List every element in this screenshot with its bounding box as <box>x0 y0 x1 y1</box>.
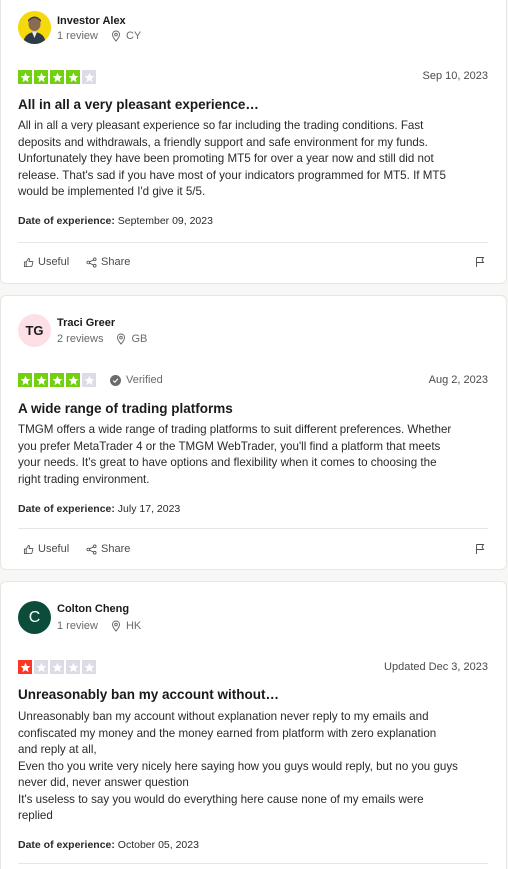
review-card: Investor Alex 1 review CY Sep 10, 2023 A… <box>0 0 507 284</box>
review-body: All in all a very pleasant experience so… <box>18 118 488 201</box>
star-filled-icon <box>18 70 32 84</box>
reviewer-country: GB <box>131 333 148 345</box>
star-rating <box>18 373 96 387</box>
review-body-line: release. That's sad if you have most of … <box>18 168 446 182</box>
review-body-line: deposits and withdrawals, a friendly sup… <box>18 135 428 149</box>
avatar-initials: TG <box>25 323 44 338</box>
star-empty-icon <box>50 660 64 674</box>
reviewer-name[interactable]: Colton Cheng <box>57 603 129 615</box>
verified-check-icon <box>110 374 121 386</box>
location-pin-icon <box>117 333 126 345</box>
review-date: Updated Dec 3, 2023 <box>384 661 488 673</box>
avatar[interactable]: TG <box>18 314 51 347</box>
reviewer-meta: 2 reviews GB <box>57 333 147 345</box>
review-body: Unreasonably ban my account without expl… <box>18 709 488 825</box>
share-label: Share <box>101 543 131 555</box>
date-of-experience-value: September 09, 2023 <box>117 215 213 227</box>
star-filled-icon <box>34 70 48 84</box>
star-filled-icon <box>18 660 32 674</box>
star-rating <box>18 660 96 674</box>
location-pin-icon <box>111 30 120 42</box>
date-of-experience: Date of experience: July 17, 2023 <box>18 503 180 515</box>
review-count: 1 review <box>57 30 98 42</box>
review-card: TG Traci Greer 2 reviews GB Verified Aug… <box>0 295 507 570</box>
verified-label: Verified <box>126 374 163 386</box>
thumbs-up-icon <box>23 257 34 267</box>
star-empty-icon <box>82 373 96 387</box>
review-title[interactable]: Unreasonably ban my account without… <box>18 687 279 702</box>
divider <box>18 863 488 864</box>
share-button[interactable]: Share <box>86 543 130 555</box>
avatar[interactable]: C <box>18 601 51 634</box>
star-filled-icon <box>66 373 80 387</box>
star-filled-icon <box>66 70 80 84</box>
date-of-experience: Date of experience: October 05, 2023 <box>18 839 199 851</box>
review-count: 2 reviews <box>57 333 104 345</box>
date-of-experience: Date of experience: September 09, 2023 <box>18 215 213 227</box>
review-body-line: never did, never answer question <box>18 776 189 789</box>
review-body-line: TMGM offers a wide range of trading plat… <box>18 423 452 436</box>
thumbs-up-icon <box>23 544 34 554</box>
date-of-experience-value: July 17, 2023 <box>117 503 181 515</box>
review-count: 1 review <box>57 620 98 632</box>
share-button[interactable]: Share <box>86 256 130 268</box>
review-body-line: and reply at all, <box>18 743 97 756</box>
star-rating <box>18 70 96 84</box>
review-body-line: your needs. It's great to have options a… <box>18 456 437 469</box>
useful-button[interactable]: Useful <box>23 256 69 268</box>
star-filled-icon <box>50 70 64 84</box>
star-filled-icon <box>50 373 64 387</box>
useful-button[interactable]: Useful <box>23 543 69 555</box>
share-label: Share <box>101 256 131 268</box>
review-date: Sep 10, 2023 <box>422 70 488 82</box>
review-body-line: Unfortunately they have been promoting M… <box>18 152 434 165</box>
review-body-line: All in all a very pleasant experience so… <box>18 119 424 132</box>
review-body-line: confiscated my money and the money earne… <box>18 726 437 740</box>
divider <box>18 242 488 243</box>
star-filled-icon <box>18 373 32 387</box>
review-body: TMGM offers a wide range of trading plat… <box>18 422 488 488</box>
review-body-line: It's useless to say you would do everyth… <box>18 792 424 806</box>
share-icon <box>86 544 97 554</box>
date-of-experience-value: October 05, 2023 <box>117 839 199 851</box>
avatar[interactable] <box>18 11 51 44</box>
useful-label: Useful <box>38 543 70 555</box>
star-empty-icon <box>34 660 48 674</box>
review-body-line: you prefer MetaTrader 4 or the TMGM WebT… <box>18 439 441 453</box>
reviewer-meta: 1 review CY <box>57 30 141 42</box>
review-body-line: would be implemented I'd give it 5/5. <box>18 185 206 198</box>
star-empty-icon <box>82 70 96 84</box>
review-card: C Colton Cheng 1 review HK Updated Dec 3… <box>0 581 507 869</box>
date-of-experience-label: Date of experience: <box>18 215 115 227</box>
star-empty-icon <box>66 660 80 674</box>
review-title[interactable]: A wide range of trading platforms <box>18 401 233 416</box>
person-photo-icon <box>18 11 51 44</box>
reviewer-country: HK <box>125 620 142 632</box>
date-of-experience-label: Date of experience: <box>18 839 115 851</box>
avatar-initials: C <box>28 608 41 626</box>
star-filled-icon <box>34 373 48 387</box>
reviewer-name[interactable]: Traci Greer <box>57 317 115 329</box>
review-body-line: Even tho you write very nicely here sayi… <box>18 759 458 773</box>
reviewer-name[interactable]: Investor Alex <box>57 15 126 27</box>
review-date: Aug 2, 2023 <box>428 374 488 386</box>
review-body-line: Unreasonably ban my account without expl… <box>18 710 429 723</box>
useful-label: Useful <box>38 256 70 268</box>
review-body-line: replied <box>18 809 53 822</box>
reviewer-country: CY <box>125 30 142 42</box>
reviewer-meta: 1 review HK <box>57 620 141 632</box>
review-body-line: right trading environment. <box>18 472 150 486</box>
divider <box>18 528 488 529</box>
flag-icon[interactable] <box>474 543 486 555</box>
review-title[interactable]: All in all a very pleasant experience… <box>18 97 259 112</box>
date-of-experience-label: Date of experience: <box>18 503 115 515</box>
verified-badge: Verified <box>110 374 163 386</box>
location-pin-icon <box>111 620 120 632</box>
share-icon <box>86 257 97 267</box>
star-empty-icon <box>82 660 96 674</box>
flag-icon[interactable] <box>474 256 486 268</box>
